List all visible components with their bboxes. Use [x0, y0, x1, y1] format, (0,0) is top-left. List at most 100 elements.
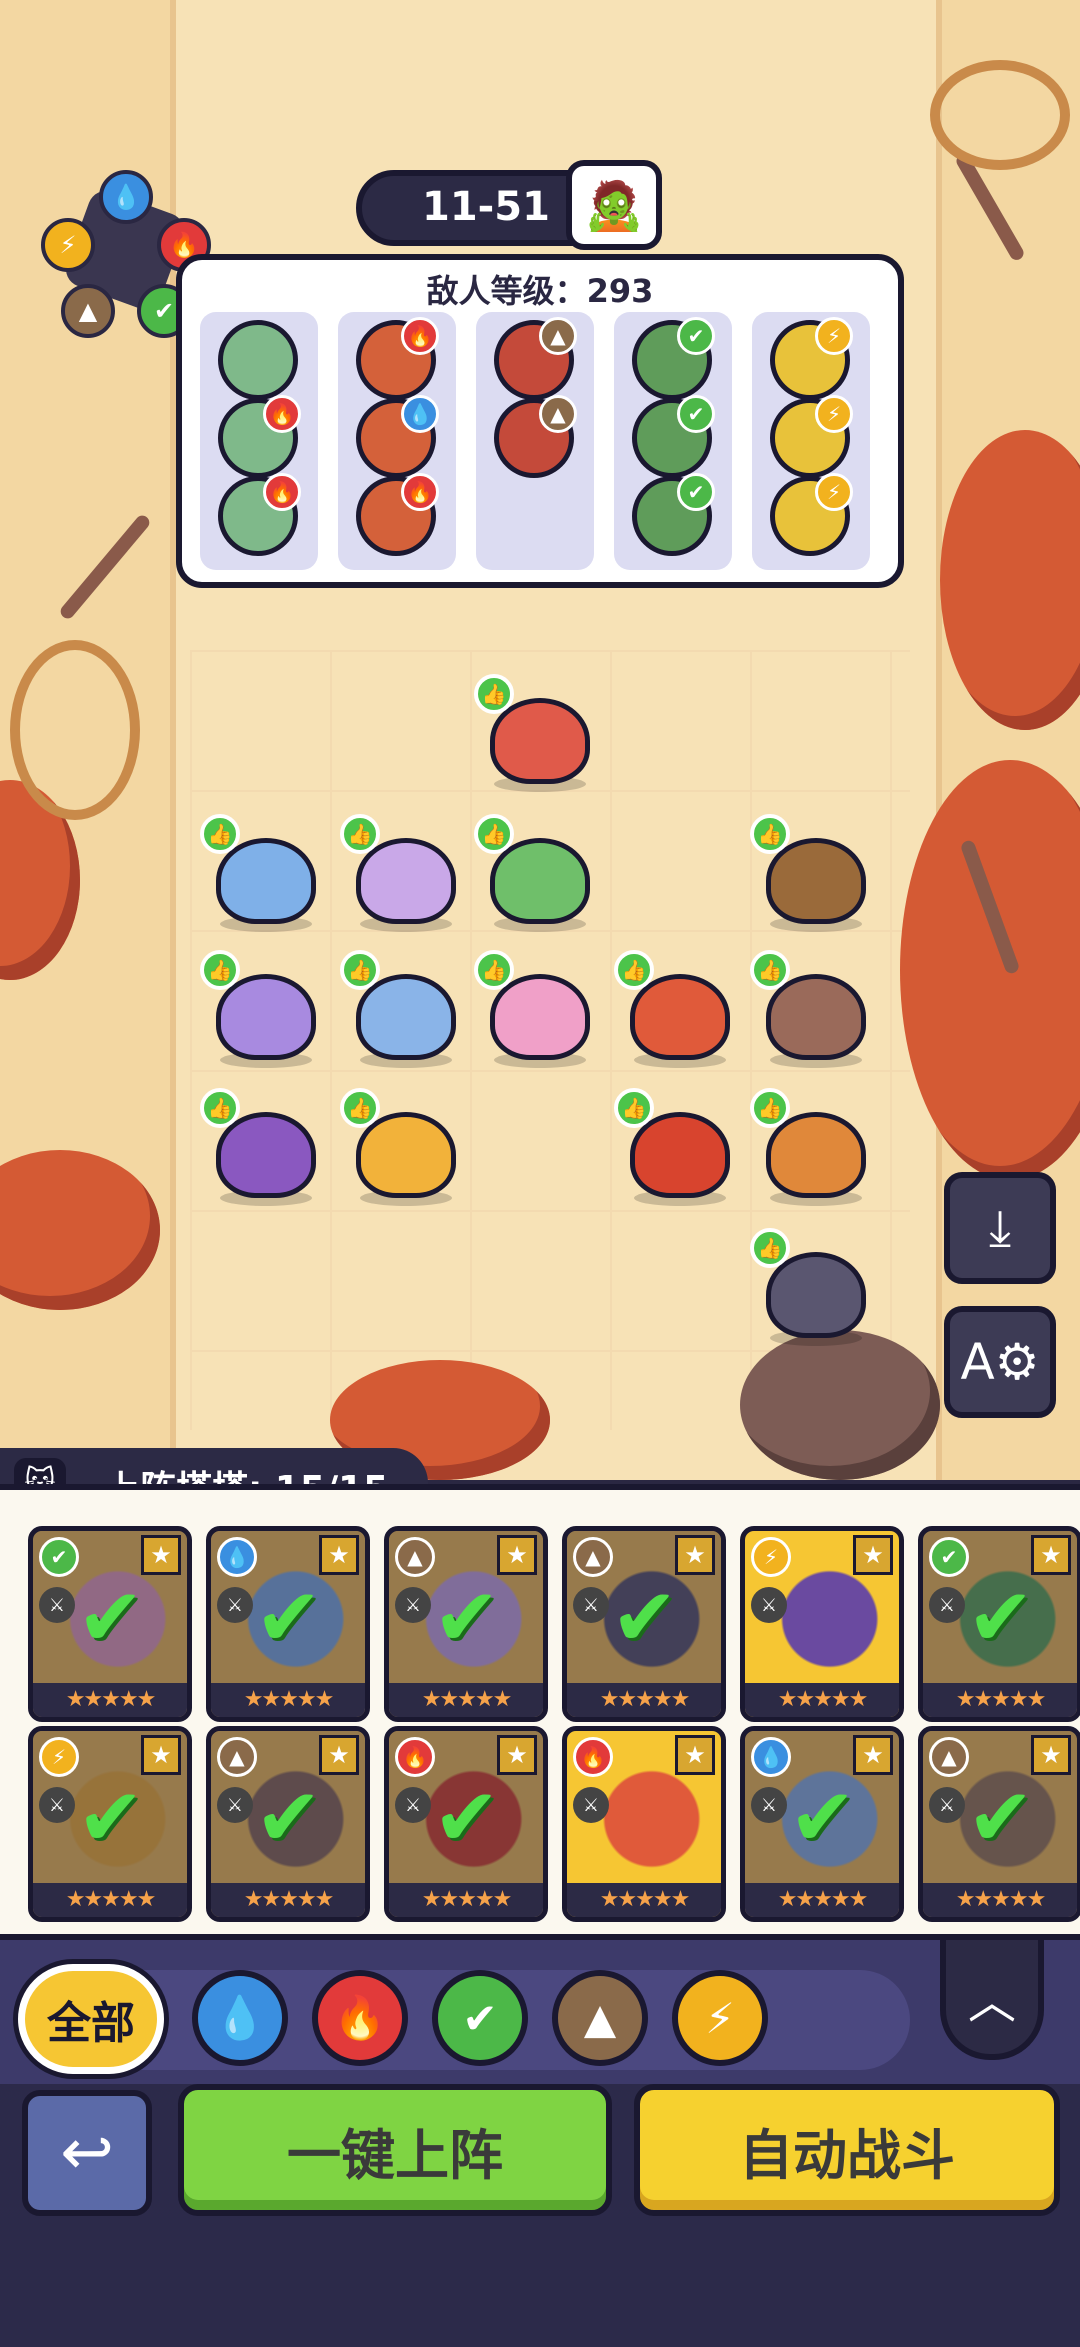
class-icon: ⚔ [395, 1587, 431, 1623]
tower-card[interactable]: ⚡ ★ ⚔ ✔ ★★★★★ [28, 1726, 192, 1922]
deployed-unit[interactable]: 👍 [750, 950, 876, 1068]
enemy-level: 敌人等级：293 [426, 272, 654, 310]
deployed-unit[interactable]: 👍 [474, 814, 600, 932]
favorite-star-icon[interactable]: ★ [1031, 1735, 1071, 1775]
thumbs-up-icon: 👍 [200, 1088, 240, 1128]
tower-card[interactable]: ▲ ★ ⚔ ✔ ★★★★★ [562, 1526, 726, 1722]
bolt-icon: ⚡ [39, 1737, 79, 1777]
bolt-icon: ⚡ [41, 218, 95, 272]
filter-water-button[interactable]: 💧 [192, 1970, 288, 2066]
thumbs-up-icon: 👍 [614, 950, 654, 990]
favorite-star-icon[interactable]: ★ [1031, 1535, 1071, 1575]
collapse-roster-button[interactable]: ︿ [940, 1940, 1044, 2060]
bolt-icon: ⚡ [815, 473, 853, 511]
enemy-column: ✔ ✔ ✔ [614, 312, 732, 570]
favorite-star-icon[interactable]: ★ [853, 1735, 893, 1775]
tower-card[interactable]: ⚡ ★ ⚔ ★★★★★ [740, 1526, 904, 1722]
tower-card[interactable]: 💧 ★ ⚔ ✔ ★★★★★ [206, 1526, 370, 1722]
enemy-column: ⚡ ⚡ ⚡ [752, 312, 870, 570]
thumbs-up-icon: 👍 [750, 950, 790, 990]
deployed-unit[interactable]: 👍 [614, 1088, 740, 1206]
tower-card[interactable]: ✔ ★ ⚔ ✔ ★★★★★ [28, 1526, 192, 1722]
enemy-portrait: ▲ [494, 317, 577, 400]
favorite-star-icon[interactable]: ★ [675, 1535, 715, 1575]
deployed-unit[interactable]: 👍 [200, 1088, 326, 1206]
favorite-star-icon[interactable]: ★ [853, 1535, 893, 1575]
class-icon: ⚔ [573, 1787, 609, 1823]
auto-settings-button[interactable]: A⚙ [944, 1306, 1056, 1418]
one-click-deploy-button[interactable]: 一键上阵 [178, 2084, 612, 2216]
enemy-portrait: 💧 [356, 395, 439, 478]
tower-card[interactable]: 🔥 ★ ⚔ ★★★★★ [562, 1726, 726, 1922]
deployed-unit[interactable]: 👍 [340, 814, 466, 932]
auto-battle-button[interactable]: 自动战斗 [634, 2084, 1060, 2216]
deployed-unit[interactable]: 👍 [200, 814, 326, 932]
deployed-unit[interactable]: 👍 [200, 950, 326, 1068]
fire-icon: 🔥 [263, 395, 301, 433]
deployed-unit[interactable]: 👍 [750, 814, 876, 932]
favorite-star-icon[interactable]: ★ [319, 1535, 359, 1575]
rock-decor [740, 1330, 940, 1480]
enemy-portrait: 🔥 [356, 473, 439, 556]
filter-bolt-button[interactable]: ⚡ [672, 1970, 768, 2066]
bolt-icon: ⚡ [815, 317, 853, 355]
favorite-star-icon[interactable]: ★ [141, 1535, 181, 1575]
enemy-portrait: ✔ [632, 473, 715, 556]
enemy-panel: 敌人等级：293 🔥 🔥 🔥 💧 🔥 ▲ ▲ ✔ ✔ ✔ ⚡ ⚡ ⚡ [176, 254, 904, 588]
favorite-star-icon[interactable]: ★ [675, 1735, 715, 1775]
check-icon: ✔ [611, 1571, 679, 1664]
deployed-unit[interactable]: 👍 [750, 1088, 876, 1206]
check-icon: ✔ [433, 1571, 501, 1664]
thumbs-up-icon: 👍 [614, 1088, 654, 1128]
fire-icon: 🔥 [263, 473, 301, 511]
deployed-unit[interactable]: 👍 [474, 674, 600, 792]
star-rating: ★★★★★ [211, 1883, 365, 1917]
thumbs-up-icon: 👍 [750, 1088, 790, 1128]
class-icon: ⚔ [929, 1587, 965, 1623]
class-icon: ⚔ [751, 1787, 787, 1823]
thumbs-up-icon: 👍 [340, 814, 380, 854]
deployed-unit[interactable]: 👍 [750, 1228, 876, 1346]
enemy-column: ▲ ▲ [476, 312, 594, 570]
filter-all-button[interactable]: 全部 [18, 1964, 164, 2074]
star-rating: ★★★★★ [745, 1883, 899, 1917]
favorite-star-icon[interactable]: ★ [141, 1735, 181, 1775]
earth-icon: ▲ [539, 317, 577, 355]
enemy-portrait: 🔥 [218, 395, 301, 478]
leaf-icon: ✔ [677, 473, 715, 511]
back-button[interactable]: ↩ [22, 2090, 152, 2216]
enemy-portrait: 🔥 [356, 317, 439, 400]
favorite-star-icon[interactable]: ★ [319, 1735, 359, 1775]
boss-help-icon[interactable]: 🧟 [566, 160, 662, 250]
deployed-unit[interactable]: 👍 [340, 950, 466, 1068]
download-formation-button[interactable]: ⤓ [944, 1172, 1056, 1284]
enemy-portrait [218, 320, 298, 400]
tower-card[interactable]: 💧 ★ ⚔ ✔ ★★★★★ [740, 1726, 904, 1922]
filter-earth-button[interactable]: ▲ [552, 1970, 648, 2066]
earth-icon: ▲ [539, 395, 577, 433]
rope-decor [10, 640, 140, 820]
favorite-star-icon[interactable]: ★ [497, 1535, 537, 1575]
leaf-icon: ✔ [677, 395, 715, 433]
tower-card[interactable]: ▲ ★ ⚔ ✔ ★★★★★ [918, 1726, 1080, 1922]
enemy-portrait: ▲ [494, 395, 577, 478]
tower-card[interactable]: ▲ ★ ⚔ ✔ ★★★★★ [206, 1726, 370, 1922]
deployed-unit[interactable]: 👍 [614, 950, 740, 1068]
earth-icon: ▲ [929, 1737, 969, 1777]
tower-card[interactable]: 🔥 ★ ⚔ ✔ ★★★★★ [384, 1726, 548, 1922]
tower-card[interactable]: ✔ ★ ⚔ ✔ ★★★★★ [918, 1526, 1080, 1722]
star-rating: ★★★★★ [923, 1683, 1077, 1717]
deployed-unit[interactable]: 👍 [474, 950, 600, 1068]
deployed-unit[interactable]: 👍 [340, 1088, 466, 1206]
filter-leaf-button[interactable]: ✔ [432, 1970, 528, 2066]
tower-card[interactable]: ▲ ★ ⚔ ✔ ★★★★★ [384, 1526, 548, 1722]
favorite-star-icon[interactable]: ★ [497, 1735, 537, 1775]
check-icon: ✔ [255, 1571, 323, 1664]
check-icon: ✔ [789, 1771, 857, 1864]
check-icon: ✔ [77, 1571, 145, 1664]
leaf-icon: ✔ [39, 1537, 79, 1577]
thumbs-up-icon: 👍 [340, 1088, 380, 1128]
fire-icon: 🔥 [401, 473, 439, 511]
filter-fire-button[interactable]: 🔥 [312, 1970, 408, 2066]
water-icon: 💧 [217, 1537, 257, 1577]
